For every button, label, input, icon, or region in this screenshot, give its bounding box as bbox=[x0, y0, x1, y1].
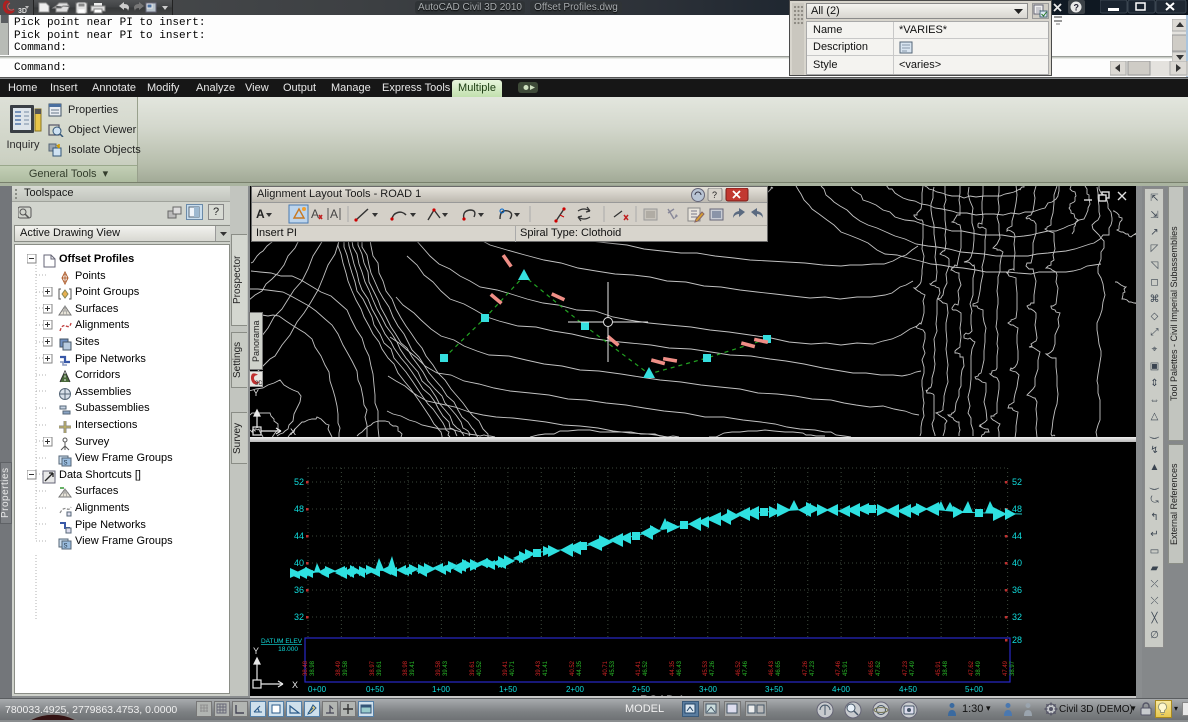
svg-text:A: A bbox=[311, 207, 319, 221]
svg-text:47.46: 47.46 bbox=[743, 660, 749, 676]
svg-text:Y: Y bbox=[253, 388, 259, 398]
svg-text:36: 36 bbox=[1012, 585, 1022, 595]
svg-text:39.41: 39.41 bbox=[503, 660, 509, 676]
svg-text:?: ? bbox=[1074, 3, 1080, 13]
svg-text:39.58: 39.58 bbox=[343, 660, 349, 676]
svg-text:38.98: 38.98 bbox=[403, 660, 409, 676]
svg-text:3D: 3D bbox=[255, 381, 262, 386]
svg-text:47.26: 47.26 bbox=[710, 660, 716, 676]
svg-text:S: S bbox=[64, 544, 68, 550]
svg-text:46.43: 46.43 bbox=[677, 660, 683, 676]
svg-text:52: 52 bbox=[1012, 477, 1022, 487]
svg-text:2+00: 2+00 bbox=[566, 685, 585, 694]
svg-text:1+00: 1+00 bbox=[432, 685, 451, 694]
svg-text:44.35: 44.35 bbox=[670, 660, 676, 676]
svg-text:47.46: 47.46 bbox=[836, 660, 842, 676]
svg-text:5+00: 5+00 bbox=[965, 685, 984, 694]
svg-text:X: X bbox=[290, 427, 296, 437]
svg-text:38.49: 38.49 bbox=[336, 660, 342, 676]
svg-text:0+50: 0+50 bbox=[366, 685, 385, 694]
svg-text:47.26: 47.26 bbox=[803, 660, 809, 676]
svg-text:45.91: 45.91 bbox=[843, 660, 849, 676]
svg-text:41.41: 41.41 bbox=[636, 660, 642, 676]
svg-text:47.49: 47.49 bbox=[1003, 660, 1009, 676]
svg-text:3+00: 3+00 bbox=[699, 685, 718, 694]
svg-text:38.49: 38.49 bbox=[976, 660, 982, 676]
svg-text:4+00: 4+00 bbox=[832, 685, 851, 694]
svg-text:44: 44 bbox=[294, 531, 304, 541]
svg-text:46.52: 46.52 bbox=[736, 660, 742, 676]
svg-text:44.35: 44.35 bbox=[577, 660, 583, 676]
svg-text:4+50: 4+50 bbox=[899, 685, 918, 694]
svg-text:39.58: 39.58 bbox=[436, 660, 442, 676]
svg-text:A: A bbox=[330, 207, 338, 221]
svg-text:?: ? bbox=[712, 190, 717, 200]
svg-text:47.49: 47.49 bbox=[910, 660, 916, 676]
svg-text:40: 40 bbox=[1012, 558, 1022, 568]
svg-text:48: 48 bbox=[1012, 504, 1022, 514]
svg-text:44: 44 bbox=[1012, 531, 1022, 541]
svg-text:38.97: 38.97 bbox=[370, 660, 376, 676]
svg-text:38.97: 38.97 bbox=[1010, 660, 1016, 676]
svg-text:52: 52 bbox=[294, 477, 304, 487]
svg-text:46.65: 46.65 bbox=[776, 660, 782, 676]
svg-text:3D: 3D bbox=[18, 8, 27, 15]
svg-text:1+50: 1+50 bbox=[499, 685, 518, 694]
svg-text:40.52: 40.52 bbox=[477, 660, 483, 676]
svg-text:S: S bbox=[64, 461, 68, 467]
svg-text:18.000: 18.000 bbox=[278, 646, 298, 653]
svg-text:46.65: 46.65 bbox=[869, 660, 875, 676]
svg-text:47.23: 47.23 bbox=[903, 660, 909, 676]
svg-text:45.53: 45.53 bbox=[610, 660, 616, 676]
svg-text:47.23: 47.23 bbox=[810, 660, 816, 676]
svg-text:3+50: 3+50 bbox=[765, 685, 784, 694]
svg-text:Y: Y bbox=[253, 646, 259, 656]
svg-text:A: A bbox=[256, 207, 265, 221]
svg-text:38.48: 38.48 bbox=[303, 660, 309, 676]
svg-text:40.71: 40.71 bbox=[510, 660, 516, 676]
svg-text:38.48: 38.48 bbox=[943, 660, 949, 676]
svg-text:40.52: 40.52 bbox=[570, 660, 576, 676]
svg-text:39.43: 39.43 bbox=[443, 660, 449, 676]
svg-text:0+00: 0+00 bbox=[308, 685, 327, 694]
svg-text:X: X bbox=[292, 680, 298, 690]
svg-text:DATUM ELEV: DATUM ELEV bbox=[261, 638, 303, 645]
svg-text:46.43: 46.43 bbox=[769, 660, 775, 676]
svg-text:32: 32 bbox=[294, 612, 304, 622]
svg-text:39.43: 39.43 bbox=[536, 660, 542, 676]
svg-text:39.61: 39.61 bbox=[470, 660, 476, 676]
svg-text:40: 40 bbox=[294, 558, 304, 568]
svg-text:45.53: 45.53 bbox=[703, 660, 709, 676]
svg-text:47.62: 47.62 bbox=[876, 660, 882, 676]
svg-text:40.71: 40.71 bbox=[603, 660, 609, 676]
svg-text:28: 28 bbox=[1012, 635, 1022, 645]
svg-text:48: 48 bbox=[294, 504, 304, 514]
svg-text:46.52: 46.52 bbox=[643, 660, 649, 676]
svg-text:39.41: 39.41 bbox=[410, 660, 416, 676]
svg-text:39.61: 39.61 bbox=[377, 660, 383, 676]
svg-text:45.91: 45.91 bbox=[936, 660, 942, 676]
svg-text:41.41: 41.41 bbox=[543, 660, 549, 676]
svg-text:36: 36 bbox=[294, 585, 304, 595]
svg-text:38.98: 38.98 bbox=[310, 660, 316, 676]
svg-text:47.62: 47.62 bbox=[969, 660, 975, 676]
svg-text:32: 32 bbox=[1012, 612, 1022, 622]
